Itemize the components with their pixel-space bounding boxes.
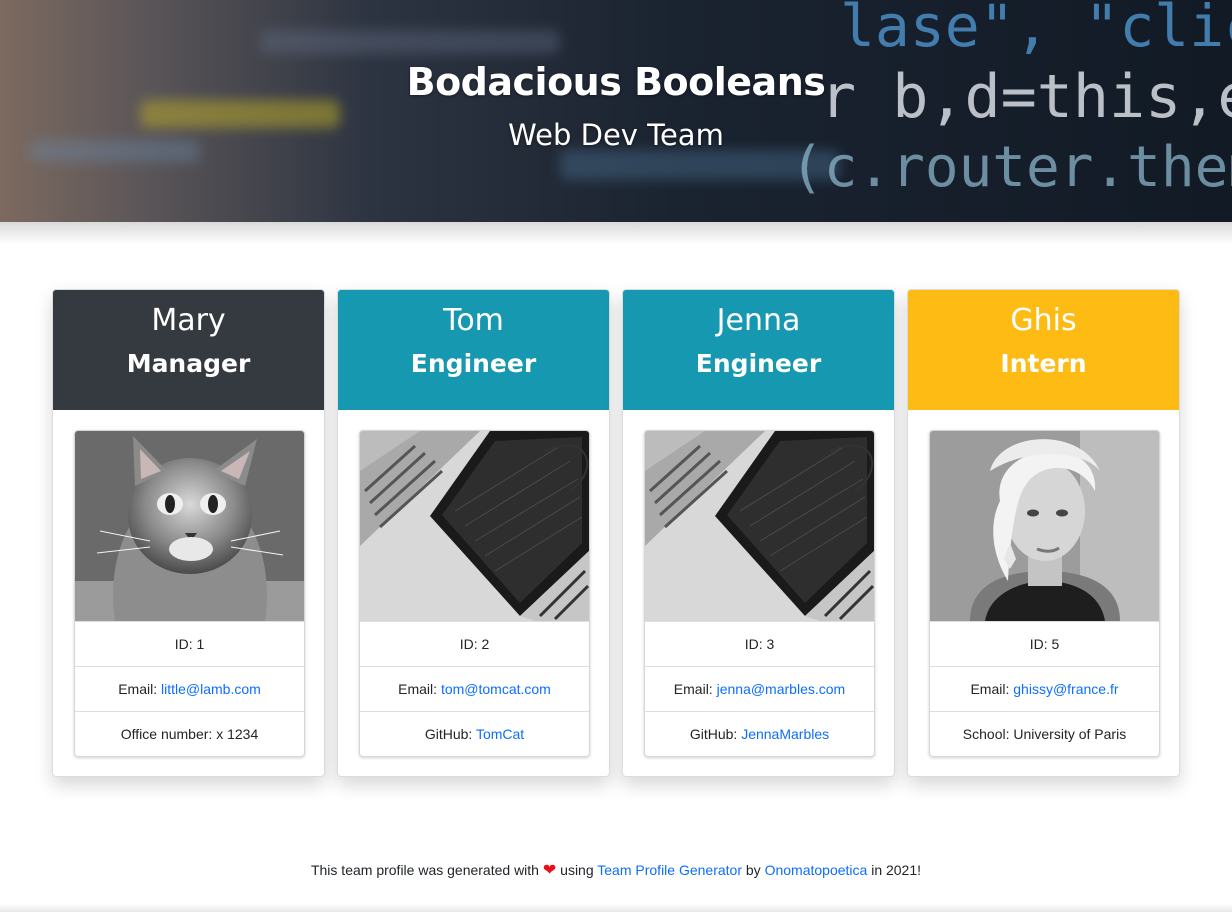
member-email-row: Email: tom@tomcat.com	[360, 666, 589, 711]
author-link[interactable]: Onomatopoetica	[765, 862, 868, 878]
member-name: Tom	[443, 303, 504, 338]
cat-photo	[75, 431, 304, 621]
github-label: GitHub:	[424, 726, 476, 742]
app-link[interactable]: Team Profile Generator	[597, 862, 742, 878]
card-header: Jenna Engineer	[623, 290, 894, 410]
github-label: GitHub:	[689, 726, 742, 742]
member-details: ID: 5 Email: ghissy@france.fr School: Un…	[929, 430, 1160, 757]
card-header: Tom Engineer	[338, 290, 609, 410]
email-label: Email:	[970, 681, 1014, 697]
header-banner: lase", "click .coll r b,d=this,e=this (c…	[0, 0, 1232, 222]
email-link[interactable]: jenna@marbles.com	[717, 681, 846, 697]
heart-icon: ❤	[542, 862, 557, 879]
member-email-row: Email: jenna@marbles.com	[645, 666, 874, 711]
member-role: Engineer	[695, 349, 822, 378]
member-name: Jenna	[716, 303, 801, 338]
page-title: Bodacious Booleans	[406, 60, 826, 104]
email-label: Email:	[673, 681, 717, 697]
email-link[interactable]: ghissy@france.fr	[1013, 681, 1118, 697]
github-link[interactable]: JennaMarbles	[741, 726, 829, 742]
member-school: School: University of Paris	[930, 711, 1159, 756]
footer-text: This team profile was generated with	[310, 862, 539, 878]
member-email-row: Email: ghissy@france.fr	[930, 666, 1159, 711]
footer-shadow	[0, 904, 1232, 912]
card-header: Ghis Intern	[908, 290, 1179, 410]
page-subtitle: Web Dev Team	[508, 118, 724, 152]
laptop-photo	[360, 431, 589, 621]
email-label: Email:	[398, 681, 441, 697]
member-id: ID: 2	[360, 621, 589, 666]
footer-using: using	[560, 862, 594, 878]
member-id: ID: 5	[930, 621, 1159, 666]
email-label: Email:	[118, 681, 161, 697]
member-id: ID: 3	[645, 621, 874, 666]
github-link[interactable]: TomCat	[476, 726, 524, 742]
page-footer: This team profile was generated with ❤ u…	[0, 860, 1232, 880]
code-line-1: lase", "click .coll	[840, 0, 1232, 60]
header-shadow	[0, 222, 1232, 244]
member-role: Intern	[1000, 349, 1087, 378]
member-office: Office number: x 1234	[75, 711, 304, 756]
card-header: Mary Manager	[53, 290, 324, 410]
team-card-engineer-tom: Tom Engineer ID: 2 Email: tom@tomcat.com…	[337, 289, 610, 777]
email-link[interactable]: tom@tomcat.com	[441, 681, 551, 697]
laptop-photo	[645, 431, 874, 621]
member-role: Manager	[126, 349, 251, 378]
member-details: ID: 1 Email: little@lamb.com Office numb…	[74, 430, 305, 757]
member-email-row: Email: little@lamb.com	[75, 666, 304, 711]
blur-code-grey	[260, 30, 560, 54]
team-card-manager: Mary Manager ID: 1 Email: little@lamb.co…	[52, 289, 325, 777]
footer-by: by	[745, 862, 761, 878]
member-id: ID: 1	[75, 621, 304, 666]
footer-year: in 2021!	[871, 862, 922, 878]
portrait-photo	[930, 431, 1159, 621]
member-github-row: GitHub: TomCat	[360, 711, 589, 756]
member-name: Mary	[151, 303, 226, 338]
member-details: ID: 3 Email: jenna@marbles.com GitHub: J…	[644, 430, 875, 757]
member-name: Ghis	[1010, 303, 1077, 338]
team-card-engineer-jenna: Jenna Engineer ID: 3 Email: jenna@marble…	[622, 289, 895, 777]
member-details: ID: 2 Email: tom@tomcat.com GitHub: TomC…	[359, 430, 590, 757]
member-github-row: GitHub: JennaMarbles	[645, 711, 874, 756]
team-card-intern: Ghis Intern ID: 5 Email: ghissy@france.f…	[907, 289, 1180, 777]
member-role: Engineer	[410, 349, 537, 378]
email-link[interactable]: little@lamb.com	[161, 681, 261, 697]
